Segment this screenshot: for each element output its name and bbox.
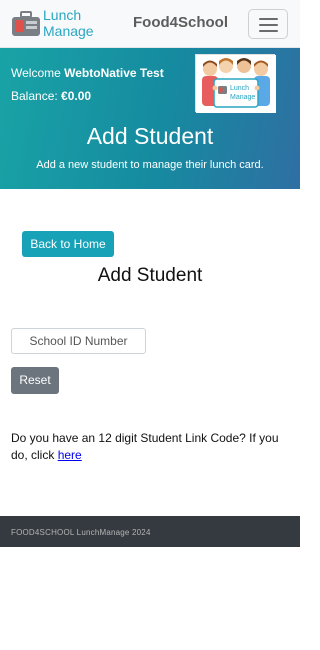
svg-text:Manage: Manage (230, 94, 255, 101)
section-title: Add Student (97, 265, 203, 286)
back-to-home-button[interactable]: Back to Home (22, 231, 114, 257)
menu-toggle-button[interactable] (248, 9, 288, 39)
balance-value: €0.00 (61, 89, 92, 103)
link-code-text: Do you have an 12 digit Student Link Cod… (11, 431, 279, 462)
lunch-manage-logo[interactable]: Lunch Manage (11, 6, 101, 42)
hero-banner: Welcome WebtoNative Test Balance: €0.00 … (0, 48, 300, 189)
user-name: WebtoNative Test (64, 66, 164, 80)
lunchbox-icon (12, 11, 40, 36)
footer-text: FOOD4SCHOOL LunchManage 2024 (11, 528, 151, 537)
school-id-input[interactable] (11, 328, 146, 354)
reset-button[interactable]: Reset (11, 367, 59, 394)
svg-text:Lunch: Lunch (230, 85, 249, 92)
logo-wordmark: Lunch Manage (43, 7, 94, 39)
link-code-here-link[interactable]: here (58, 448, 82, 462)
top-navbar: Lunch Manage Food4School (0, 0, 300, 48)
hero-title: Add Student (86, 123, 214, 149)
hero-subtitle: Add a new student to manage their lunch … (36, 159, 264, 171)
hamburger-icon-bar (259, 24, 278, 26)
welcome-message: Welcome WebtoNative Test (11, 66, 164, 80)
brand-name[interactable]: Food4School (133, 14, 228, 31)
page-footer: FOOD4SCHOOL LunchManage 2024 (0, 516, 300, 547)
hamburger-icon-bar (259, 30, 278, 32)
logo-line2: Manage (43, 23, 94, 39)
kids-illustration: Lunch Manage (196, 55, 276, 113)
balance-display: Balance: €0.00 (11, 89, 91, 103)
balance-label: Balance: (11, 89, 62, 103)
logo-line1: Lunch (43, 7, 82, 23)
hamburger-icon-bar (259, 18, 278, 20)
student-link-code-prompt: Do you have an 12 digit Student Link Cod… (11, 430, 296, 464)
kids-illustration-image: Lunch Manage (195, 54, 276, 113)
welcome-prefix: Welcome (11, 66, 65, 80)
